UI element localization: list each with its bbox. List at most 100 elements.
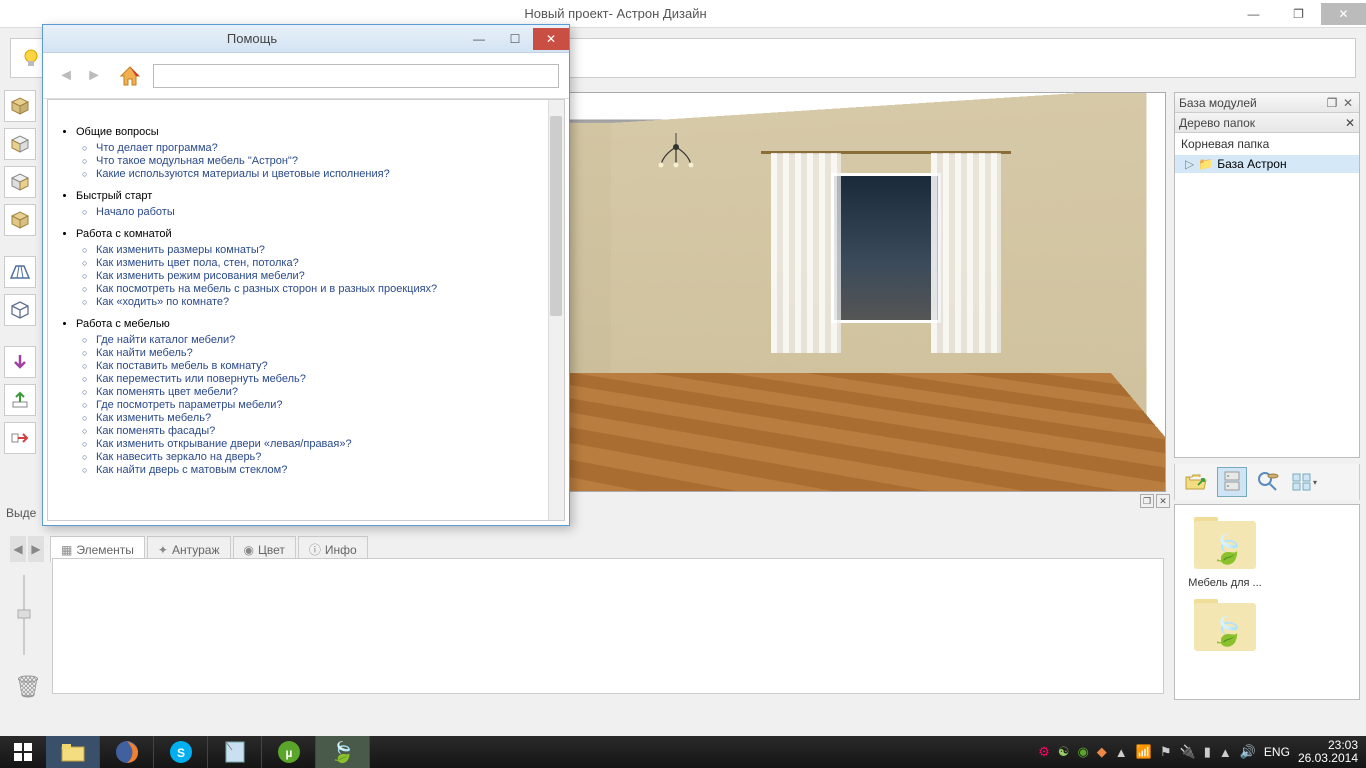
panel-header-label: База модулей <box>1179 96 1257 110</box>
panel-subheader-tree: Дерево папок ✕ <box>1175 113 1359 133</box>
tray-flag-icon[interactable]: ⚑ <box>1160 744 1172 760</box>
svg-text:µ: µ <box>285 746 292 760</box>
help-link[interactable]: Что такое модульная мебель "Астрон"? <box>96 155 552 167</box>
help-link[interactable]: Как посмотреть на мебель с разных сторон… <box>96 283 552 295</box>
help-link[interactable]: Где найти каталог мебели? <box>96 334 552 346</box>
start-button[interactable] <box>0 736 46 768</box>
help-link[interactable]: Как поменять цвет мебели? <box>96 386 552 398</box>
panel-close-button[interactable]: ✕ <box>1341 96 1355 110</box>
help-back-button[interactable]: ◄ <box>53 63 79 89</box>
perspective-icon[interactable] <box>4 256 36 288</box>
cube-front-icon[interactable] <box>4 128 36 160</box>
help-link[interactable]: Как изменить режим рисования мебели? <box>96 270 552 282</box>
tray-icon[interactable]: ☯ <box>1058 744 1070 760</box>
help-scroll-thumb[interactable] <box>550 116 562 316</box>
help-link[interactable]: Как изменить цвет пола, стен, потолка? <box>96 257 552 269</box>
tray-volume-icon[interactable]: 🔊 <box>1240 744 1256 760</box>
viewport-undock-button[interactable]: ❐ <box>1140 494 1154 508</box>
expand-icon[interactable]: ▷ <box>1185 157 1194 171</box>
tab-entourage-label: Антураж <box>172 543 220 557</box>
tray-icon[interactable]: ▲ <box>1115 745 1128 760</box>
help-link[interactable]: Как найти мебель? <box>96 347 552 359</box>
task-skype[interactable]: S <box>154 736 208 768</box>
cube-side-icon[interactable] <box>4 166 36 198</box>
panel-undock-button[interactable]: ❐ <box>1325 96 1339 110</box>
help-link[interactable]: Как поменять фасады? <box>96 425 552 437</box>
help-link[interactable]: Как поставить мебель в комнату? <box>96 360 552 372</box>
system-tray: ⚙ ☯ ◉ ◆ ▲ 📶 ⚑ 🔌 ▮ ▲ 🔊 ENG 23:03 26.03.20… <box>1030 739 1366 765</box>
tray-network-icon[interactable]: 📶 <box>1136 744 1152 760</box>
tray-language[interactable]: ENG <box>1264 745 1290 759</box>
task-utorrent[interactable]: µ <box>262 736 316 768</box>
arrow-up-green-icon[interactable] <box>4 384 36 416</box>
task-notepad[interactable] <box>208 736 262 768</box>
help-title: Помощь <box>43 31 461 46</box>
vertical-slider[interactable] <box>14 570 34 660</box>
windows-taskbar: S µ 🍃 ⚙ ☯ ◉ ◆ ▲ 📶 ⚑ 🔌 ▮ ▲ 🔊 ENG 23:03 26… <box>0 736 1366 768</box>
tab-elements-label: Элементы <box>76 543 134 557</box>
help-close-button[interactable]: ✕ <box>533 28 569 50</box>
folder-leaf-icon: 🍃 <box>1190 515 1260 575</box>
tray-wifi-icon[interactable]: ▲ <box>1219 745 1232 760</box>
help-search-input[interactable] <box>153 64 559 88</box>
tree-root-label: Корневая папка <box>1175 133 1359 155</box>
trash-icon[interactable]: 🗑 <box>14 674 42 700</box>
help-forward-button[interactable]: ► <box>81 63 107 89</box>
cube-top-icon[interactable] <box>4 90 36 122</box>
left-toolbar <box>4 90 40 454</box>
help-link[interactable]: Как навесить зеркало на дверь? <box>96 451 552 463</box>
wireframe-cube-icon[interactable] <box>4 294 36 326</box>
catalog-folders-panel: 🍃 Мебель для ... 🍃 <box>1174 504 1360 700</box>
view-grid-icon[interactable]: ▾ <box>1289 467 1319 497</box>
help-minimize-button[interactable]: — <box>461 28 497 50</box>
curtain-right <box>931 153 1001 353</box>
help-maximize-button[interactable]: ☐ <box>497 28 533 50</box>
help-titlebar[interactable]: Помощь — ☐ ✕ <box>43 25 569 53</box>
close-button[interactable]: ✕ <box>1321 3 1366 25</box>
catalog-folder[interactable]: 🍃 Мебель для ... <box>1185 515 1265 589</box>
task-explorer[interactable] <box>46 736 100 768</box>
server-icon[interactable] <box>1217 467 1247 497</box>
help-link[interactable]: Начало работы <box>96 206 552 218</box>
arrow-down-icon[interactable] <box>4 346 36 378</box>
search-db-icon[interactable] <box>1253 467 1283 497</box>
viewport-close-button[interactable]: ✕ <box>1156 494 1170 508</box>
nav-prev-icon[interactable]: ◀ <box>10 536 26 562</box>
nav-next-icon[interactable]: ▶ <box>28 536 44 562</box>
tray-icon[interactable]: ◉ <box>1077 744 1088 760</box>
tray-clock[interactable]: 23:03 26.03.2014 <box>1298 739 1358 765</box>
tray-battery-icon[interactable]: ▮ <box>1204 744 1211 760</box>
clock-date: 26.03.2014 <box>1298 752 1358 765</box>
help-scrollbar[interactable] <box>548 100 564 520</box>
tab-color-label: Цвет <box>258 543 285 557</box>
help-link[interactable]: Как «ходить» по комнате? <box>96 296 552 308</box>
arrow-right-red-icon[interactable] <box>4 422 36 454</box>
help-link[interactable]: Как найти дверь с матовым стеклом? <box>96 464 552 476</box>
help-link[interactable]: Как изменить открывание двери «левая/пра… <box>96 438 552 450</box>
help-link[interactable]: Где посмотреть параметры мебели? <box>96 399 552 411</box>
help-section-heading: Работа с мебелью <box>76 318 552 330</box>
tray-icon[interactable]: ⚙ <box>1038 744 1050 760</box>
maximize-button[interactable]: ❐ <box>1276 3 1321 25</box>
cube-3d-icon[interactable] <box>4 204 36 236</box>
task-firefox[interactable] <box>100 736 154 768</box>
selection-label: Выде <box>6 506 36 520</box>
folder-open-icon[interactable] <box>1181 467 1211 497</box>
tray-icon[interactable]: ◆ <box>1097 744 1107 760</box>
help-link[interactable]: Как изменить мебель? <box>96 412 552 424</box>
help-home-button[interactable] <box>115 61 145 91</box>
panel-nav-arrows: ◀ ▶ <box>10 536 44 562</box>
subpanel-close-button[interactable]: ✕ <box>1345 116 1355 130</box>
help-link[interactable]: Что делает программа? <box>96 142 552 154</box>
panel-subheader-label: Дерево папок <box>1179 116 1255 130</box>
catalog-folder[interactable]: 🍃 <box>1185 597 1265 657</box>
tree-item-base[interactable]: ▷ 📁 База Астрон <box>1175 155 1359 173</box>
viewport-float-buttons: ❐ ✕ <box>1140 494 1170 508</box>
help-link[interactable]: Какие используются материалы и цветовые … <box>96 168 552 180</box>
help-link[interactable]: Как изменить размеры комнаты? <box>96 244 552 256</box>
task-astron[interactable]: 🍃 <box>316 736 370 768</box>
folder-label: Мебель для ... <box>1185 577 1265 589</box>
help-link[interactable]: Как переместить или повернуть мебель? <box>96 373 552 385</box>
minimize-button[interactable]: — <box>1231 3 1276 25</box>
tray-power-icon[interactable]: 🔌 <box>1180 744 1196 760</box>
